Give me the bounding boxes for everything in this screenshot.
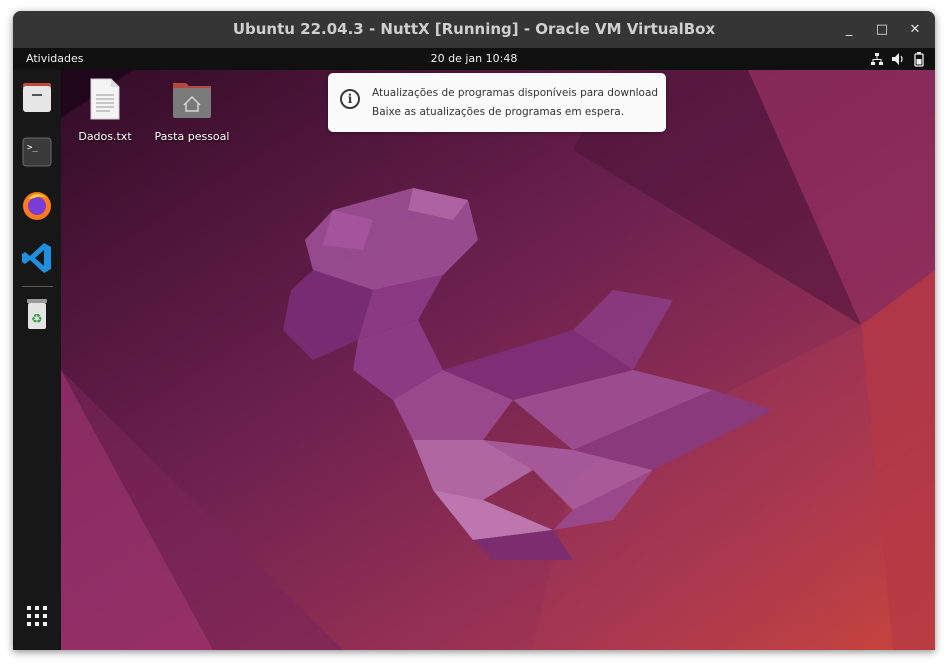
svg-text:♻: ♻	[31, 312, 43, 327]
firefox-icon[interactable]	[20, 187, 54, 223]
desktop-icon-label: Pasta pessoal	[154, 130, 230, 143]
home-folder-icon	[173, 83, 211, 118]
dock-separator	[22, 286, 53, 287]
battery-icon[interactable]	[913, 51, 925, 67]
guest-screen: Atividades 20 de jan 10:48 >_ ♻ Dados.tx…	[13, 48, 935, 650]
gnome-top-bar: Atividades 20 de jan 10:48	[13, 48, 935, 70]
notification-title: Atualizações de programas disponíveis pa…	[372, 87, 659, 99]
window-titlebar[interactable]: Ubuntu 22.04.3 - NuttX [Running] - Oracl…	[13, 11, 935, 48]
text-file-icon	[90, 78, 120, 120]
notification-body: Baixe as atualizações de programas em es…	[372, 106, 625, 118]
desktop-wallpaper[interactable]	[13, 70, 935, 650]
system-tray[interactable]	[871, 51, 925, 67]
info-icon: i	[340, 89, 360, 109]
update-notification[interactable]: i Atualizações de programas disponíveis …	[328, 73, 666, 132]
desktop-icon-pasta-pessoal[interactable]: Pasta pessoal	[152, 77, 232, 143]
network-icon[interactable]	[871, 51, 883, 67]
terminal-icon[interactable]: >_	[20, 134, 54, 170]
trash-icon[interactable]: ♻	[20, 296, 54, 332]
files-icon[interactable]	[20, 80, 54, 116]
wallpaper-art	[13, 70, 935, 650]
virtualbox-window: Ubuntu 22.04.3 - NuttX [Running] - Oracl…	[13, 11, 935, 650]
dock: >_ ♻	[13, 70, 61, 650]
desktop-icon-label: Dados.txt	[78, 130, 132, 143]
vscode-icon[interactable]	[20, 240, 54, 276]
show-apps-icon[interactable]	[20, 600, 54, 636]
volume-icon[interactable]	[892, 51, 904, 67]
close-button[interactable]: ✕	[904, 19, 926, 41]
desktop-icon-dados[interactable]: Dados.txt	[65, 77, 145, 143]
clock[interactable]: 20 de jan 10:48	[13, 48, 935, 70]
svg-text:>_: >_	[27, 143, 38, 153]
window-title: Ubuntu 22.04.3 - NuttX [Running] - Oracl…	[232, 20, 716, 38]
maximize-button[interactable]: □	[871, 19, 893, 41]
minimize-button[interactable]: _	[838, 19, 860, 41]
